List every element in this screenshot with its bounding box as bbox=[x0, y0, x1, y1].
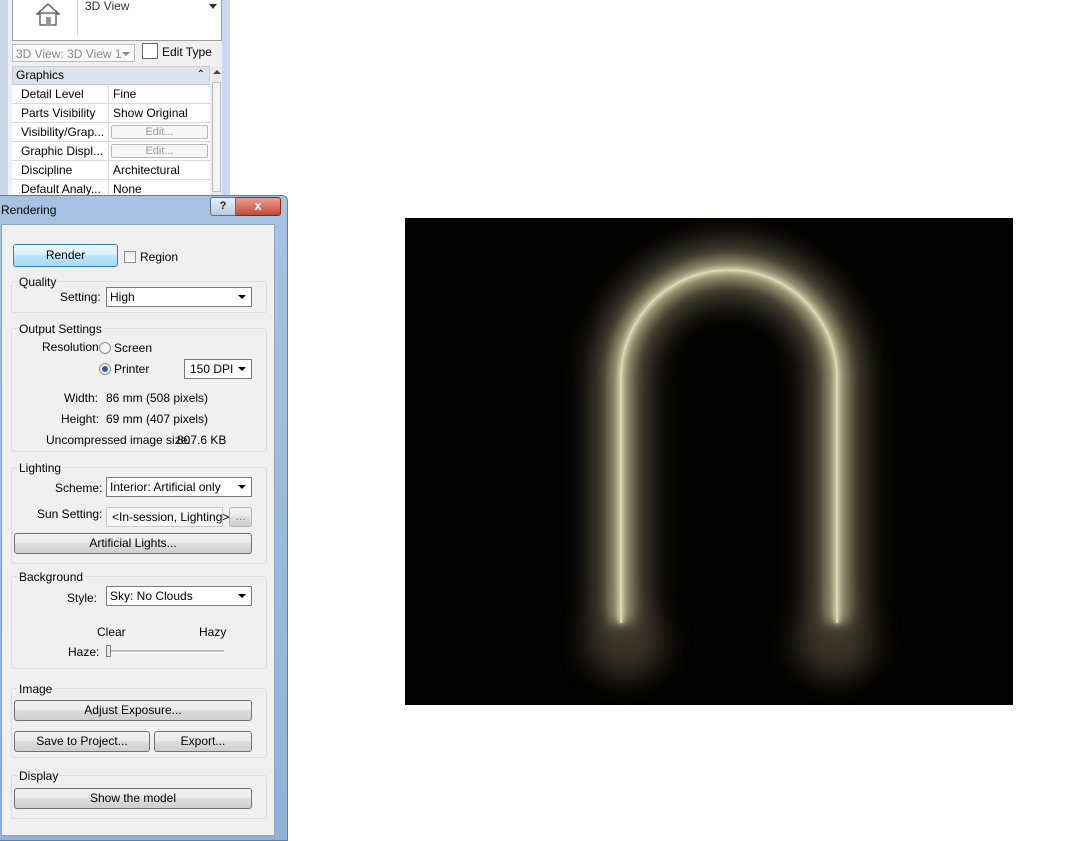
property-name: Graphic Displ... bbox=[12, 142, 109, 160]
scroll-thumb[interactable] bbox=[212, 82, 221, 192]
properties-scrollbar[interactable] bbox=[211, 66, 222, 205]
chevron-down-icon[interactable] bbox=[209, 4, 217, 9]
sun-setting-label: Sun Setting: bbox=[37, 507, 103, 521]
render-button[interactable]: Render bbox=[13, 244, 118, 267]
image-size-label: Uncompressed image size: bbox=[46, 433, 191, 447]
view-instance-selector[interactable]: 3D View: 3D View 1 bbox=[12, 44, 135, 62]
image-size-value: 807.6 KB bbox=[177, 433, 227, 447]
image-group-label: Image bbox=[17, 682, 55, 696]
close-button[interactable]: x bbox=[236, 197, 281, 216]
edit-button[interactable]: Edit... bbox=[111, 144, 208, 158]
property-edit-cell: Edit... bbox=[109, 123, 210, 141]
export-button[interactable]: Export... bbox=[154, 731, 252, 752]
property-value[interactable]: Fine bbox=[109, 85, 210, 103]
glowing-arch-render bbox=[405, 218, 1013, 705]
scroll-up-icon[interactable] bbox=[213, 70, 221, 74]
properties-panel: 3D View 3D View: 3D View 1 Edit Type Gra… bbox=[8, 0, 222, 205]
haze-clear-label: Clear bbox=[97, 625, 126, 639]
property-name: Detail Level bbox=[12, 85, 109, 103]
property-value[interactable]: Architectural bbox=[109, 161, 210, 179]
printer-radio[interactable] bbox=[99, 363, 111, 375]
style-label: Style: bbox=[67, 591, 98, 605]
property-edit-cell: Edit... bbox=[109, 142, 210, 160]
property-row[interactable]: Visibility/Grap... Edit... bbox=[12, 123, 210, 142]
adjust-exposure-button[interactable]: Adjust Exposure... bbox=[14, 700, 252, 721]
background-style-value: Sky: No Clouds bbox=[110, 589, 193, 603]
background-style-select[interactable]: Sky: No Clouds bbox=[106, 586, 252, 606]
properties-palette: 3D View 3D View: 3D View 1 Edit Type Gra… bbox=[0, 0, 230, 205]
scheme-select[interactable]: Interior: Artificial only bbox=[106, 477, 252, 497]
dpi-value: 150 DPI bbox=[190, 362, 234, 376]
property-row[interactable]: Discipline Architectural bbox=[12, 161, 210, 180]
width-label: Width: bbox=[64, 391, 99, 405]
output-settings-label: Output Settings bbox=[17, 322, 104, 336]
group-header-label: Graphics bbox=[16, 68, 65, 82]
sun-setting-field: <In-session, Lighting> bbox=[106, 507, 229, 527]
collapse-icon[interactable]: ⌃ bbox=[197, 67, 205, 83]
group-header-graphics[interactable]: Graphics ⌃ bbox=[12, 66, 210, 85]
screen-label: Screen bbox=[114, 341, 153, 355]
property-row[interactable]: Graphic Displ... Edit... bbox=[12, 142, 210, 161]
house-icon bbox=[17, 0, 78, 36]
edit-type-button[interactable]: Edit Type bbox=[142, 43, 212, 63]
property-value[interactable]: Show Original bbox=[109, 104, 210, 122]
view-selector-label: 3D View: 3D View 1 bbox=[16, 47, 122, 61]
chevron-down-icon bbox=[238, 295, 246, 299]
rendering-dialog: Rendering ? x Render Region Quality Sett… bbox=[0, 195, 288, 841]
region-checkbox[interactable] bbox=[124, 251, 136, 263]
scheme-label: Scheme: bbox=[55, 481, 103, 495]
type-selector[interactable]: 3D View bbox=[12, 0, 222, 41]
properties-grid: Graphics ⌃ Detail Level Fine Parts Visib… bbox=[12, 66, 210, 199]
title-buttons: ? x bbox=[210, 197, 281, 216]
display-group-label: Display bbox=[17, 769, 61, 783]
quality-setting-select[interactable]: High bbox=[106, 287, 252, 307]
quality-group-label: Quality bbox=[17, 275, 59, 289]
edit-type-label: Edit Type bbox=[162, 45, 212, 59]
height-value: 69 mm (407 pixels) bbox=[106, 412, 209, 426]
haze-slider-thumb[interactable] bbox=[106, 645, 111, 657]
width-value: 86 mm (508 pixels) bbox=[106, 391, 209, 405]
scheme-value: Interior: Artificial only bbox=[110, 480, 221, 494]
dialog-body: Render Region Quality Setting: High Outp… bbox=[1, 224, 275, 836]
haze-hazy-label: Hazy bbox=[199, 625, 227, 639]
height-label: Height: bbox=[61, 412, 100, 426]
edit-button[interactable]: Edit... bbox=[111, 125, 208, 139]
save-to-project-button[interactable]: Save to Project... bbox=[14, 731, 150, 752]
chevron-down-icon bbox=[238, 367, 246, 371]
type-name: 3D View bbox=[85, 0, 130, 13]
dialog-title: Rendering bbox=[1, 203, 57, 217]
chevron-down-icon bbox=[238, 485, 246, 489]
screen-radio[interactable] bbox=[99, 342, 111, 354]
edit-type-icon bbox=[142, 43, 158, 59]
quality-setting-label: Setting: bbox=[60, 290, 101, 304]
region-label: Region bbox=[140, 250, 179, 264]
show-model-button[interactable]: Show the model bbox=[14, 788, 252, 809]
rendered-image bbox=[405, 218, 1013, 705]
property-name: Discipline bbox=[12, 161, 109, 179]
resolution-label: Resolution: bbox=[42, 340, 103, 354]
chevron-down-icon bbox=[122, 52, 130, 56]
property-row[interactable]: Detail Level Fine bbox=[12, 85, 210, 104]
property-name: Parts Visibility bbox=[12, 104, 109, 122]
lighting-group-label: Lighting bbox=[17, 461, 64, 475]
property-name: Visibility/Grap... bbox=[12, 123, 109, 141]
property-row[interactable]: Parts Visibility Show Original bbox=[12, 104, 210, 123]
background-group-label: Background bbox=[17, 570, 86, 584]
help-button[interactable]: ? bbox=[210, 197, 236, 216]
quality-setting-value: High bbox=[110, 290, 135, 304]
artificial-lights-button[interactable]: Artificial Lights... bbox=[14, 533, 252, 554]
dpi-select[interactable]: 150 DPI bbox=[184, 359, 252, 379]
chevron-down-icon bbox=[238, 594, 246, 598]
sun-setting-browse-button[interactable]: ... bbox=[229, 507, 252, 527]
haze-slider-track[interactable] bbox=[106, 650, 224, 653]
printer-label: Printer bbox=[114, 362, 150, 376]
haze-label: Haze: bbox=[68, 645, 100, 659]
